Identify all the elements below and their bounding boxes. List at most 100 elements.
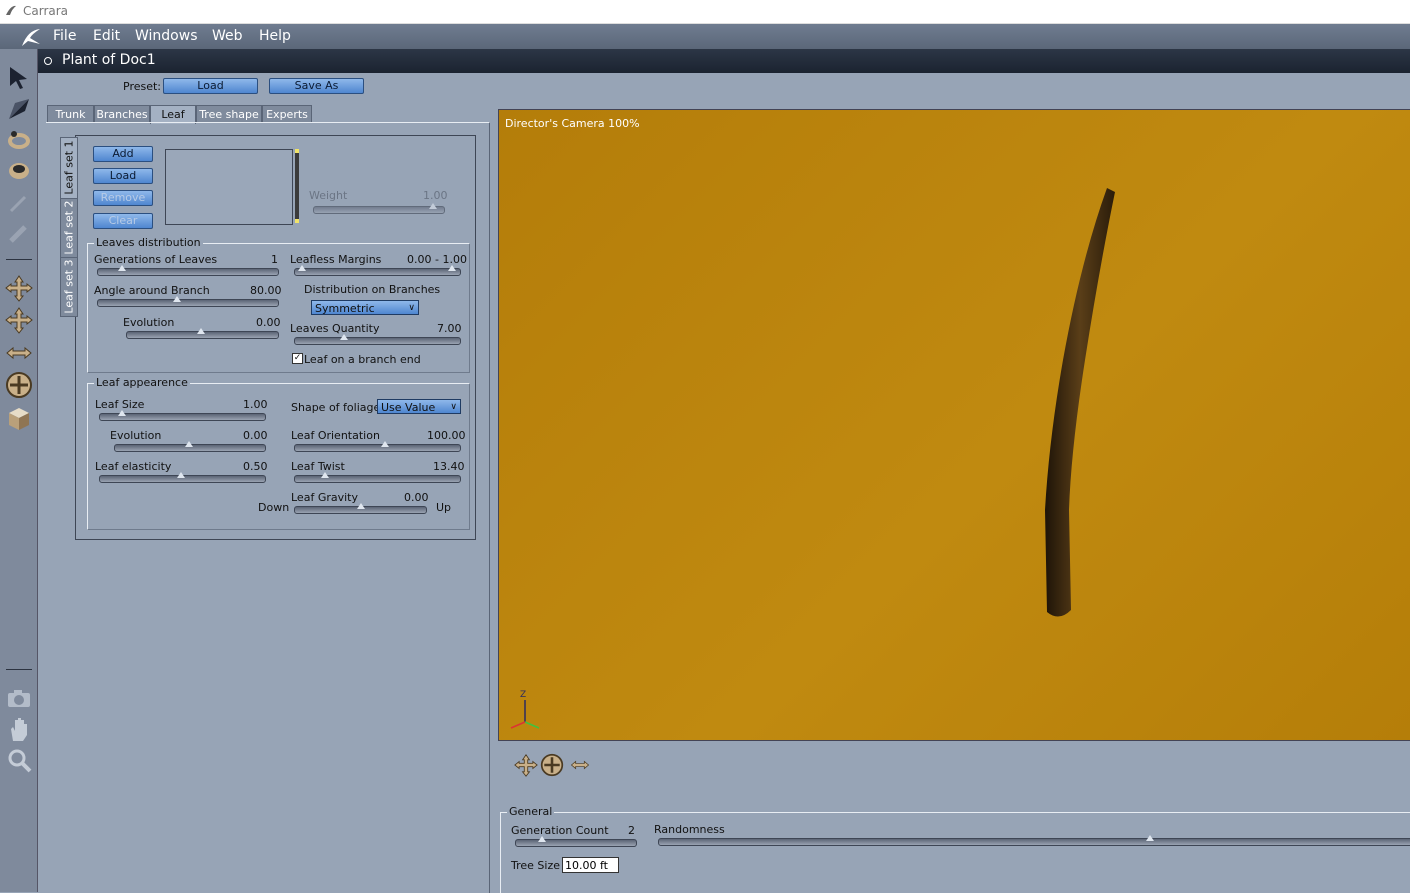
leaf-set-2-label: Leaf set 2	[62, 200, 76, 255]
rotate-tool-icon[interactable]	[5, 126, 33, 154]
hand-pan-icon[interactable]	[5, 715, 33, 743]
menu-bar: File Edit Windows Web Help	[0, 24, 1410, 49]
director-camera-viewport[interactable]: Director's Camera 100% Z	[498, 109, 1410, 741]
zoom-magnifier-icon[interactable]	[5, 747, 33, 775]
preset-label: Preset:	[123, 80, 162, 93]
leaf-list-scrollbar[interactable]	[295, 149, 299, 223]
leaf-elasticity-slider[interactable]	[99, 472, 266, 483]
distribution-branches-label: Distribution on Branches	[304, 283, 441, 296]
slider-thumb[interactable]	[1146, 835, 1154, 841]
randomness-label: Randomness	[654, 823, 725, 836]
leaf-orientation-slider[interactable]	[294, 441, 461, 452]
document-title: Plant of Doc1	[62, 52, 156, 68]
document-title-bar: Plant of Doc1	[38, 49, 1410, 73]
direct-manipulation-icon[interactable]	[5, 95, 33, 123]
leaf-evolution-slider[interactable]	[114, 441, 266, 452]
angle-label: Angle around Branch	[94, 284, 210, 297]
camera-label[interactable]: Director's Camera 100%	[505, 117, 640, 130]
leaf-size-slider[interactable]	[99, 410, 266, 421]
branch-end-checkbox[interactable]: ✓	[292, 353, 303, 364]
tab-experts[interactable]: Experts	[262, 105, 312, 123]
slider-thumb[interactable]	[538, 836, 546, 842]
sphere-rotate-icon[interactable]	[5, 157, 33, 185]
general-group	[500, 812, 1410, 893]
slider-thumb[interactable]	[429, 203, 437, 209]
eyedropper-icon[interactable]	[5, 189, 33, 217]
add-leaf-button[interactable]: Add	[93, 146, 153, 162]
move-tool-icon[interactable]	[5, 274, 33, 302]
viewport-track-icon[interactable]	[540, 753, 564, 777]
shape-of-foliage-select[interactable]: Use Value ∨	[377, 399, 461, 414]
leaf-set-1-label: Leaf set 1	[62, 140, 76, 195]
axis-gizmo-icon	[510, 700, 540, 729]
tab-leaf-set-1[interactable]: Leaf set 1	[60, 137, 78, 199]
slider-thumb[interactable]	[185, 441, 193, 447]
collapse-dot-icon[interactable]	[44, 57, 52, 65]
tab-leaf-set-2[interactable]: Leaf set 2	[60, 198, 78, 258]
distribution-evolution-slider[interactable]	[126, 328, 279, 339]
selection-arrow-icon[interactable]	[5, 63, 33, 91]
leafless-margins-slider[interactable]	[294, 265, 461, 276]
leaf-size-value: 1.00	[243, 398, 268, 411]
weight-slider[interactable]	[313, 203, 445, 214]
weight-value: 1.00	[423, 189, 448, 202]
leaf-twist-slider[interactable]	[294, 472, 461, 483]
tab-leaf-set-3[interactable]: Leaf set 3	[60, 257, 78, 317]
clear-leaf-button[interactable]: Clear	[93, 213, 153, 229]
tab-branches[interactable]: Branches	[94, 105, 150, 123]
leaves-quantity-slider[interactable]	[294, 334, 461, 345]
tree-size-label: Tree Size	[511, 859, 560, 872]
plant-trunk-render	[1045, 188, 1115, 617]
toolbar-divider	[6, 259, 32, 260]
slider-thumb[interactable]	[357, 503, 365, 509]
leaf-evolution-value: 0.00	[243, 429, 268, 442]
tab-tree-shape[interactable]: Tree shape	[196, 105, 262, 123]
generation-count-slider[interactable]	[515, 836, 637, 847]
preset-save-as-button[interactable]: Save As	[269, 78, 364, 94]
leaf-elasticity-label: Leaf elasticity	[95, 460, 172, 473]
slider-thumb[interactable]	[340, 334, 348, 340]
camera-icon[interactable]	[5, 684, 33, 712]
shaded-cube-icon[interactable]	[5, 405, 33, 433]
load-leaf-button[interactable]: Load	[93, 168, 153, 184]
leaf-orientation-label: Leaf Orientation	[291, 429, 380, 442]
menu-file[interactable]: File	[53, 28, 76, 44]
tree-size-input[interactable]	[562, 857, 619, 873]
slider-thumb[interactable]	[118, 410, 126, 416]
shape-of-foliage-label: Shape of foliage	[291, 401, 381, 414]
slider-thumb[interactable]	[177, 472, 185, 478]
leaf-twist-label: Leaf Twist	[291, 460, 345, 473]
slider-thumb[interactable]	[173, 296, 181, 302]
leaf-set-3-label: Leaf set 3	[62, 259, 76, 314]
leaf-gravity-slider[interactable]	[294, 503, 427, 514]
leaf-gravity-value: 0.00	[404, 491, 429, 504]
leaf-gravity-label: Leaf Gravity	[291, 491, 358, 504]
generations-slider[interactable]	[97, 265, 279, 276]
menu-help[interactable]: Help	[259, 28, 291, 44]
gravity-down-label: Down	[258, 501, 290, 514]
slider-thumb-min[interactable]	[298, 265, 306, 271]
link-tool-icon[interactable]	[5, 221, 33, 249]
slider-thumb-max[interactable]	[448, 265, 456, 271]
menu-web[interactable]: Web	[212, 28, 243, 44]
distribution-evolution-label: Evolution	[123, 316, 175, 329]
menu-windows[interactable]: Windows	[135, 28, 198, 44]
angle-slider[interactable]	[97, 296, 279, 307]
viewport-dolly-icon[interactable]	[568, 755, 592, 775]
randomness-slider[interactable]	[658, 835, 1410, 846]
leaves-quantity-label: Leaves Quantity	[290, 322, 380, 335]
distribution-select[interactable]: Symmetric ∨	[311, 300, 419, 315]
slider-thumb[interactable]	[118, 265, 126, 271]
dolly-tool-icon[interactable]	[5, 339, 33, 367]
tab-trunk[interactable]: Trunk	[47, 105, 94, 123]
viewport-move-icon[interactable]	[514, 753, 538, 777]
leaf-preview-box	[165, 149, 293, 225]
slider-thumb[interactable]	[197, 328, 205, 334]
move-plane-icon[interactable]	[5, 306, 33, 334]
remove-leaf-button[interactable]: Remove	[93, 190, 153, 206]
preset-load-button[interactable]: Load	[163, 78, 258, 94]
slider-thumb[interactable]	[381, 441, 389, 447]
track-tool-icon[interactable]	[5, 371, 33, 399]
slider-thumb[interactable]	[321, 472, 329, 478]
menu-edit[interactable]: Edit	[93, 28, 120, 44]
